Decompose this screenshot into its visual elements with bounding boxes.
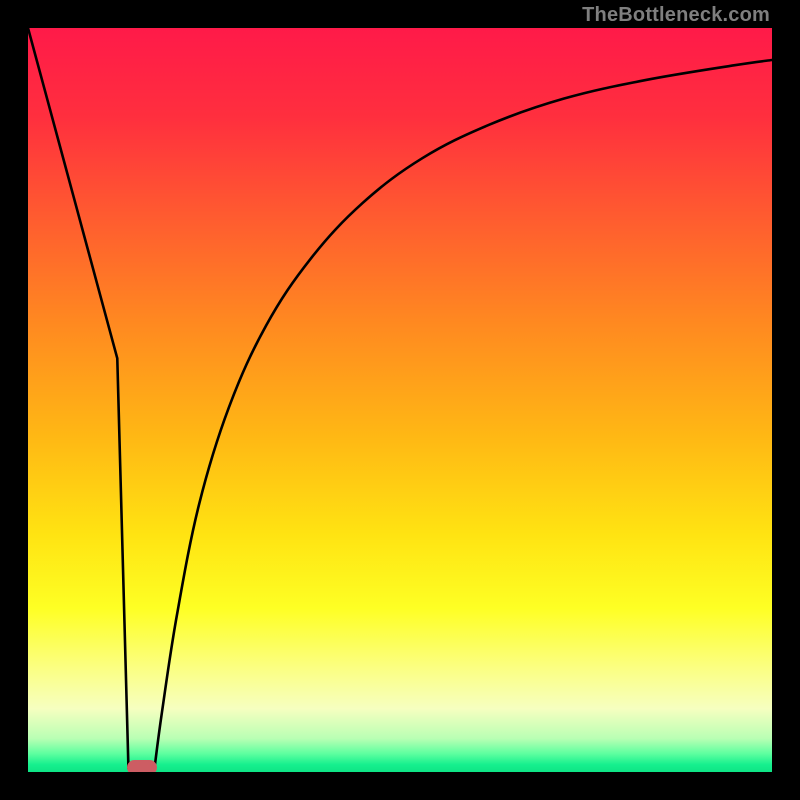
- watermark-text: TheBottleneck.com: [582, 4, 770, 27]
- curve-right-arm: [154, 60, 772, 768]
- chart-frame: TheBottleneck.com: [0, 0, 800, 800]
- curve-layer: [28, 28, 772, 772]
- vertex-marker: [127, 760, 157, 772]
- curve-left-arm: [28, 28, 128, 768]
- plot-area: [28, 28, 772, 772]
